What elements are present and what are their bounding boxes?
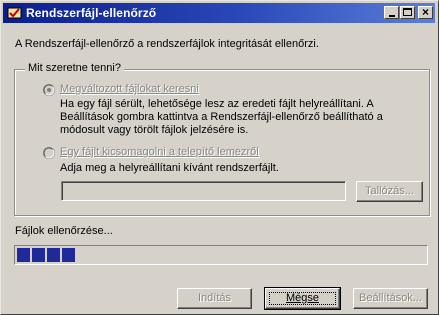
status-text: Fájlok ellenőrzése... (15, 225, 113, 237)
minimize-button[interactable] (384, 6, 399, 19)
progress-chunk (62, 248, 75, 262)
scan-radio[interactable] (43, 84, 55, 96)
scan-option-text: Megváltozott fájlokat keresni (60, 83, 199, 95)
file-path-input[interactable] (61, 181, 346, 201)
progress-chunks (17, 248, 75, 262)
start-button[interactable]: Indítás (177, 288, 252, 309)
progress-chunk (17, 248, 30, 262)
scan-description: Ha egy fájl sérült, lehetősége lesz az e… (60, 98, 383, 137)
checkbook-icon (7, 7, 22, 19)
scan-description-line: módosult vagy törölt fájlok jelzésére is… (60, 124, 249, 136)
intro-text: A Rendszerfájl-ellenőrző a rendszerfájlo… (15, 38, 319, 50)
progress-chunk (47, 248, 60, 262)
start-button-label: Indítás (197, 292, 232, 304)
extract-radio[interactable] (43, 147, 55, 159)
settings-button-label: Beállítások... (359, 292, 422, 304)
window-title: Rendszerfájl-ellenőrző (26, 6, 157, 20)
sfc-window: Rendszerfájl-ellenőrző × A Rendszerfájl-… (0, 0, 439, 315)
extract-description: Adja meg a helyreállítani kívánt rendsze… (60, 162, 279, 174)
browse-button-label: Tallózás... (365, 185, 414, 197)
maximize-button[interactable] (400, 6, 415, 19)
close-icon: × (421, 5, 429, 19)
settings-button[interactable]: Beállítások... (353, 288, 428, 309)
progress-bar (14, 245, 428, 265)
minimize-icon (388, 15, 395, 17)
focus-rect (269, 292, 336, 305)
scan-description-line: Beállítások gombra kattintva a Rendszerf… (60, 111, 383, 123)
extract-option-text: Egy fájlt kicsomagolni a telepítő lemezr… (60, 146, 259, 158)
maximize-icon (403, 8, 412, 16)
progress-chunk (32, 248, 45, 262)
browse-button[interactable]: Tallózás... (356, 181, 423, 202)
scan-option-label[interactable]: Megváltozott fájlokat keresni (60, 83, 199, 95)
scan-description-line: Ha egy fájl sérült, lehetősége lesz az e… (60, 98, 374, 110)
title-bar[interactable]: Rendszerfájl-ellenőrző × (3, 3, 435, 23)
group-legend: Mit szeretne tenni? (25, 62, 124, 74)
close-button[interactable]: × (418, 6, 433, 19)
extract-option-label[interactable]: Egy fájlt kicsomagolni a telepítő lemezr… (60, 146, 259, 158)
cancel-button[interactable]: Mégse (264, 287, 341, 310)
